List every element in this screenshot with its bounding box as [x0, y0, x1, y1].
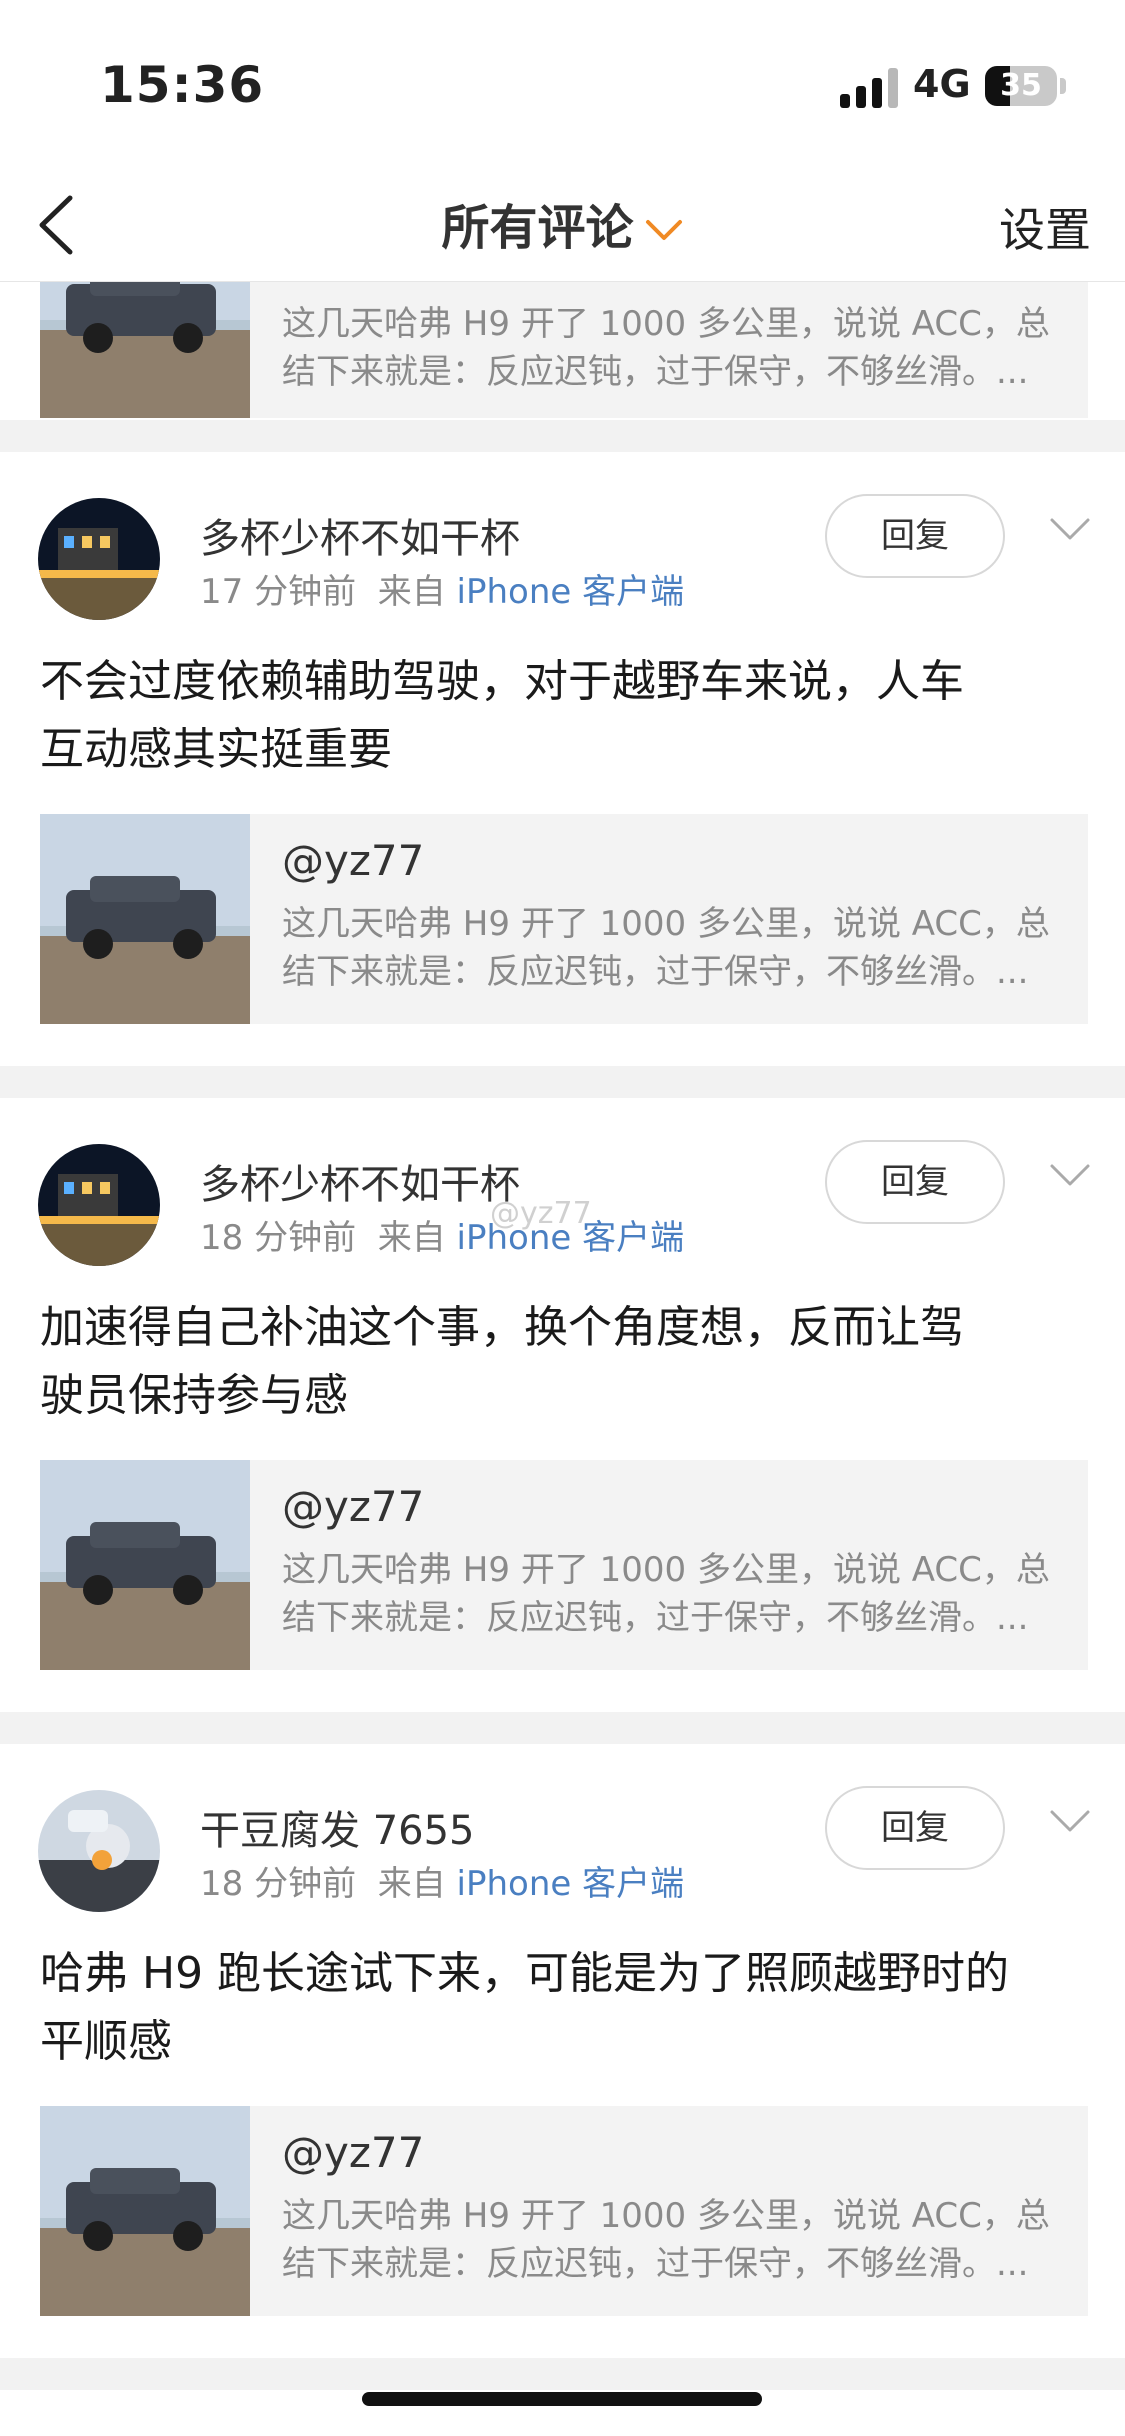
- quoted-post-user: @yz77: [282, 2128, 425, 2177]
- status-bar: 15:36 4G 35: [0, 0, 1125, 170]
- avatar[interactable]: [38, 1790, 160, 1912]
- quoted-post-line-1: 这几天哈弗 H9 开了 1000 多公里，说说 ACC，总: [282, 1550, 1050, 1590]
- quoted-post-line-2: 结下来就是：反应迟钝，过于保守，不够丝滑。...: [282, 352, 1029, 392]
- reply-button[interactable]: 回复: [825, 1140, 1005, 1224]
- battery-cap: [1060, 78, 1066, 94]
- comment-card: 多杯少杯不如干杯 17 分钟前 来自 iPhone 客户端 回复 不会过度依赖辅…: [0, 452, 1125, 1066]
- nav-bar: 所有评论 设置: [0, 170, 1125, 282]
- page-title: 所有评论: [441, 200, 634, 256]
- chevron-down-icon[interactable]: [1048, 1806, 1092, 1836]
- quoted-post-user: @yz77: [282, 836, 425, 885]
- title-dropdown[interactable]: 所有评论: [0, 188, 1125, 258]
- quoted-post-line-1: 这几天哈弗 H9 开了 1000 多公里，说说 ACC，总: [282, 304, 1050, 344]
- comment-text: 加速得自己补油这个事，换个角度想，反而让驾 驶员保持参与感: [40, 1294, 1090, 1430]
- comment-line-1: 加速得自己补油这个事，换个角度想，反而让驾: [40, 1302, 964, 1353]
- comment-username[interactable]: 干豆腐发 7655: [200, 1798, 475, 1856]
- comment-line-1: 不会过度依赖辅助驾驶，对于越野车来说，人车: [40, 656, 964, 707]
- quoted-post-thumbnail: [40, 2106, 250, 2316]
- chevron-down-icon: [645, 220, 682, 240]
- comments-screen: 15:36 4G 35 所有评论 设置 这几天哈弗 H9 开了 1000 多公里…: [0, 0, 1125, 2436]
- comment-meta: 18 分钟前 来自 iPhone 客户端: [200, 1210, 684, 1259]
- source-prefix: 来自: [377, 1864, 446, 1904]
- quoted-post-user: @yz77: [282, 1482, 425, 1531]
- comment-text: 不会过度依赖辅助驾驶，对于越野车来说，人车 互动感其实挺重要: [40, 648, 1090, 784]
- comment-card: 多杯少杯不如干杯 18 分钟前 来自 iPhone 客户端 回复 加速得自己补油…: [0, 1098, 1125, 1712]
- reply-button[interactable]: 回复: [825, 494, 1005, 578]
- comment-meta: 18 分钟前 来自 iPhone 客户端: [200, 1856, 684, 1905]
- comment-line-2: 驶员保持参与感: [40, 1370, 348, 1421]
- comment-card-partial: 这几天哈弗 H9 开了 1000 多公里，说说 ACC，总 结下来就是：反应迟钝…: [0, 208, 1125, 420]
- source-prefix: 来自: [377, 572, 446, 612]
- quoted-post-line-2: 结下来就是：反应迟钝，过于保守，不够丝滑。...: [282, 1598, 1029, 1638]
- comment-username[interactable]: 多杯少杯不如干杯: [200, 1152, 520, 1210]
- battery-icon: 35: [985, 66, 1057, 106]
- quoted-post[interactable]: @yz77 这几天哈弗 H9 开了 1000 多公里，说说 ACC，总 结下来就…: [40, 2106, 1088, 2316]
- source-link[interactable]: iPhone 客户端: [457, 572, 685, 612]
- quoted-post-thumbnail: [40, 814, 250, 1024]
- watermark: @yz77: [490, 1196, 592, 1231]
- reply-button[interactable]: 回复: [825, 1786, 1005, 1870]
- avatar[interactable]: [38, 1144, 160, 1266]
- status-time: 15:36: [100, 56, 265, 114]
- home-indicator[interactable]: [362, 2392, 762, 2406]
- source-prefix: 来自: [377, 1218, 446, 1258]
- comment-meta: 17 分钟前 来自 iPhone 客户端: [200, 564, 684, 613]
- cellular-signal-icon: [840, 68, 900, 108]
- quoted-post[interactable]: @yz77 这几天哈弗 H9 开了 1000 多公里，说说 ACC，总 结下来就…: [40, 1460, 1088, 1670]
- chevron-down-icon[interactable]: [1048, 514, 1092, 544]
- avatar[interactable]: [38, 498, 160, 620]
- comment-time: 18 分钟前: [200, 1864, 357, 1904]
- comment-line-2: 互动感其实挺重要: [40, 724, 392, 775]
- quoted-post-line-1: 这几天哈弗 H9 开了 1000 多公里，说说 ACC，总: [282, 2196, 1050, 2236]
- comment-time: 17 分钟前: [200, 572, 357, 612]
- battery-level: 35: [1000, 68, 1042, 103]
- chevron-down-icon[interactable]: [1048, 1160, 1092, 1190]
- comment-username[interactable]: 多杯少杯不如干杯: [200, 506, 520, 564]
- quoted-post-line-2: 结下来就是：反应迟钝，过于保守，不够丝滑。...: [282, 2244, 1029, 2284]
- settings-button[interactable]: 设置: [999, 194, 1091, 260]
- comment-text: 哈弗 H9 跑长途试下来，可能是为了照顾越野时的 平顺感: [40, 1940, 1090, 2076]
- comment-time: 18 分钟前: [200, 1218, 357, 1258]
- comment-card: 干豆腐发 7655 18 分钟前 来自 iPhone 客户端 回复 哈弗 H9 …: [0, 1744, 1125, 2358]
- quoted-post[interactable]: @yz77 这几天哈弗 H9 开了 1000 多公里，说说 ACC，总 结下来就…: [40, 814, 1088, 1024]
- quoted-post-thumbnail: [40, 1460, 250, 1670]
- network-type: 4G: [913, 62, 971, 106]
- comment-line-2: 平顺感: [40, 2016, 172, 2067]
- comment-line-1: 哈弗 H9 跑长途试下来，可能是为了照顾越野时的: [40, 1948, 1010, 1999]
- quoted-post-line-1: 这几天哈弗 H9 开了 1000 多公里，说说 ACC，总: [282, 904, 1050, 944]
- quoted-post-line-2: 结下来就是：反应迟钝，过于保守，不够丝滑。...: [282, 952, 1029, 992]
- source-link[interactable]: iPhone 客户端: [457, 1864, 685, 1904]
